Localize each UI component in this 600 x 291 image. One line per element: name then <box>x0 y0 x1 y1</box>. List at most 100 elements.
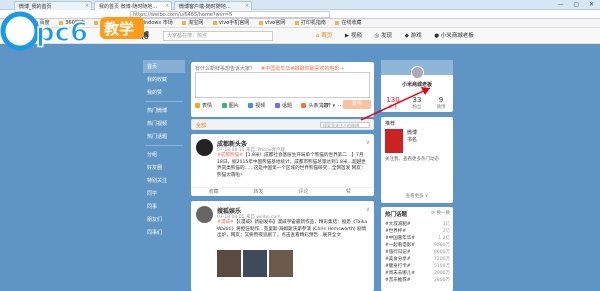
topic-item[interactable]: #周末去哪儿# 3900万 <box>381 270 453 277</box>
profile-name[interactable]: 小米商城老板 <box>381 81 453 88</box>
left-sidebar: 首页 我的收藏 我的赞 热门微博 热门视频 热门话题 分组 好友圈 特别关注 同… <box>143 60 185 291</box>
close-icon[interactable]: × <box>245 3 249 9</box>
avatar[interactable] <box>196 206 213 223</box>
video-button[interactable]: 视频 <box>248 102 265 109</box>
topic-count: 8600万 <box>434 250 450 255</box>
avatar[interactable] <box>196 139 213 156</box>
sidebar-item-friends-circle[interactable]: 好友圈 <box>143 161 185 174</box>
nav-discover[interactable]: ◎ 发现 <box>374 31 392 41</box>
topic-label: #中国嘉年华# <box>385 236 416 241</box>
chevron-down-icon[interactable]: ∨ <box>366 206 370 213</box>
emoji-button[interactable]: 表情 <box>195 102 212 109</box>
emoji-icon <box>195 103 200 108</box>
topic-list: #大叔减肥# 3亿 #世界杯# 2亿 #中国嘉年华# 1.2亿 #一起看电影# 9580万 #旅… <box>381 221 453 284</box>
nav-video[interactable]: ▶ 视频 <box>345 31 362 41</box>
feed-post: 成都新头条 ∨ 07-18 08:11 来自 iPhone客户端 #成都熊猫#【… <box>191 134 374 196</box>
post-image[interactable] <box>269 250 293 277</box>
sidebar-item-hot-weibo[interactable]: 热门微博 <box>143 104 185 117</box>
topic-label: #美食分享# <box>385 257 411 262</box>
favorite-button[interactable]: 收藏 <box>191 188 236 196</box>
topic-label: #旅行日记# <box>385 250 411 255</box>
topic-item[interactable]: #大叔减肥# 3亿 <box>381 221 453 228</box>
topic-item[interactable]: #美食分享# 7200万 <box>381 256 453 263</box>
sidebar-item-friends[interactable]: 朋友们 <box>143 213 185 226</box>
compose-textarea[interactable] <box>195 72 370 98</box>
tab-weibo-active[interactable]: 我的首页 微博-随时随地… × <box>94 1 172 10</box>
post-hashtag[interactable]: #漫威# <box>217 220 234 225</box>
profile-card: 小米商城老板 130 关注 33 粉丝 9 微博 <box>381 60 453 112</box>
topic-count: 7200万 <box>434 257 450 262</box>
nav-user[interactable]: ● 小米商城老板 <box>434 31 474 41</box>
followers-stat[interactable]: 33 粉丝 <box>405 96 429 110</box>
bookmark-item[interactable]: 打印机指南 <box>295 19 326 27</box>
topic-count: 3亿 <box>442 222 450 227</box>
sidebar-item-likes[interactable]: 我的赞 <box>143 86 185 99</box>
filter-all-tab[interactable]: 全部 <box>196 122 206 129</box>
visibility-select[interactable]: 公开 ▾ <box>321 102 335 109</box>
post-text: #漫威#【《漫威》新剧发布】漫威宇宙最新作品，精彩集结：据悉《Taika Wai… <box>217 220 368 238</box>
sidebar-item-special[interactable]: 特别关注 <box>143 174 185 187</box>
topic-item[interactable]: #健身打卡# 5100万 <box>381 263 453 270</box>
publish-button[interactable]: 发布 <box>343 100 371 109</box>
topic-label: #世界杯# <box>385 229 407 234</box>
sidebar-item-colleagues[interactable]: 同事 <box>143 200 185 213</box>
sidebar-item-hot-video[interactable]: 热门视频 <box>143 117 185 130</box>
sidebar-item-coworkers[interactable]: 同事们 <box>143 226 185 239</box>
hot-topic-link[interactable]: #中国嘉年华#聊聊你最喜欢的电影→ <box>261 65 344 72</box>
topic-button[interactable]: 话题 <box>274 102 292 109</box>
divider <box>145 145 183 146</box>
topic-label: #音乐推荐# <box>385 278 411 283</box>
post-hashtag[interactable]: #成都熊猫# <box>217 153 243 158</box>
posts-stat[interactable]: 9 微博 <box>429 96 453 110</box>
image-icon <box>221 103 227 108</box>
post-actions: 收藏 转发 评论赞 <box>191 187 374 196</box>
book-info: 微博 书名 <box>407 130 418 143</box>
bookmark-item[interactable]: 在线收藏 <box>335 19 361 27</box>
post-image[interactable] <box>217 250 241 277</box>
window-controls[interactable]: — ▢ ✕ <box>557 1 598 8</box>
topic-item[interactable]: #音乐推荐# 2800万 <box>381 277 453 284</box>
pc6-badge-text: 教学 <box>103 20 134 38</box>
bookmark-item[interactable]: 淘宝网 <box>182 19 203 27</box>
bookmark-item[interactable]: vivo手机官网 <box>213 19 249 27</box>
search-input[interactable]: 大家都在搜：热点 <box>163 31 273 41</box>
feed-filter-bar: 全部 搜索我关注人的微博 <box>191 119 374 130</box>
topic-label: #周末去哪儿# <box>385 271 416 276</box>
hot-topics-card: 热门话题 ⟳ 换一换 #大叔减肥# 3亿 #世界杯# 2亿 #中国嘉年华# 1.2亿 #一起… <box>381 207 453 291</box>
sidebar-item-hot-topic[interactable]: 热门话题 <box>143 130 185 143</box>
topic-item[interactable]: #中国嘉年华# 1.2亿 <box>381 235 453 242</box>
topic-count: 2800万 <box>434 278 450 283</box>
topic-count: 9580万 <box>434 243 450 248</box>
sidebar-item-home[interactable]: 首页 <box>143 60 185 73</box>
following-stat[interactable]: 130 关注 <box>381 96 405 110</box>
close-icon[interactable]: × <box>165 3 169 9</box>
nav-home[interactable]: ⌂ 首页 <box>316 31 332 41</box>
like-button[interactable]: 赞 <box>326 188 371 196</box>
card-desc: 关注我，查看更多热门动态 <box>385 157 439 162</box>
topic-item[interactable]: #世界杯# 2亿 <box>381 228 453 235</box>
nav-game[interactable]: ◆ 游戏 <box>405 31 422 41</box>
tab-weibo-home[interactable]: 微博_我的首页 × <box>14 1 92 10</box>
refresh-topics-button[interactable]: ⟳ 换一换 <box>431 210 450 216</box>
card-more-link[interactable]: 查看更多 ∨ <box>381 193 453 199</box>
chevron-down-icon[interactable]: ∨ <box>366 139 370 146</box>
bookmark-item[interactable]: vivo官网 <box>259 19 285 27</box>
post-image[interactable] <box>243 250 267 277</box>
compose-title: 有什么新鲜事想告诉大家？ <box>195 66 256 72</box>
sidebar-item-groups[interactable]: 分组 <box>143 148 185 161</box>
topic-label: #大叔减肥# <box>385 222 411 227</box>
repost-button[interactable]: 转发 <box>236 188 281 196</box>
book-cover[interactable] <box>385 129 403 153</box>
avatar[interactable] <box>411 66 424 79</box>
sidebar-item-classmates[interactable]: 同学 <box>143 187 185 200</box>
feed-search-input[interactable]: 搜索我关注人的微博 <box>320 122 370 128</box>
topic-item[interactable]: #旅行日记# 8600万 <box>381 249 453 256</box>
image-button[interactable]: 图片 <box>221 102 239 109</box>
sidebar-item-favorites[interactable]: 我的收藏 <box>143 73 185 86</box>
divider <box>145 101 183 102</box>
topic-icon <box>274 103 280 108</box>
comment-button[interactable]: 评论 <box>281 188 326 196</box>
close-icon[interactable]: × <box>85 3 89 9</box>
topic-item[interactable]: #一起看电影# 9580万 <box>381 242 453 249</box>
tab-weibo-client[interactable]: 微博客户端-随时随地… × <box>174 1 252 10</box>
